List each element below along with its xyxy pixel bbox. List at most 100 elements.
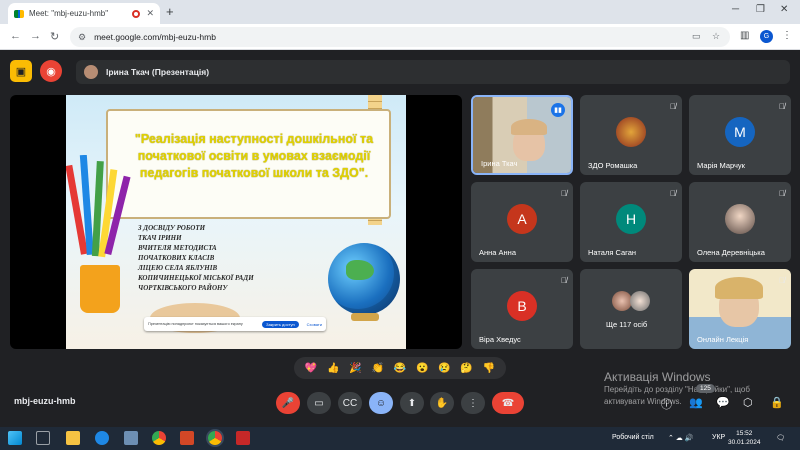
host-controls-icon[interactable]: 🔒: [770, 396, 784, 409]
chrome-icon[interactable]: [152, 431, 166, 445]
presentation-stage[interactable]: "Реалізація наступності дошкільної та по…: [10, 95, 462, 349]
participant-avatar: [616, 117, 646, 147]
presenter-chip[interactable]: Ірина Ткач (Презентація): [76, 60, 790, 84]
slide-body: З ДОСВІДУ РОБОТИ ТКАЧ ІРИНИ ВЧИТЕЛЯ МЕТО…: [138, 223, 268, 293]
more-participants-label: Ще 117 осіб: [606, 320, 648, 329]
profile-avatar[interactable]: G: [760, 30, 773, 43]
app-icon[interactable]: [236, 431, 250, 445]
participant-tile[interactable]: М 🎙̸ Марія Марчук: [689, 95, 791, 175]
participant-avatar: Н: [616, 204, 646, 234]
task-view-icon[interactable]: [36, 431, 50, 445]
reaction-thinking-icon[interactable]: 🤔: [460, 363, 472, 374]
menu-kebab-icon[interactable]: ⋮: [782, 30, 792, 41]
participant-tile[interactable]: 🎙̸ Онлайн Лекція: [689, 269, 791, 349]
edge-icon[interactable]: [95, 431, 109, 445]
slide-title: "Реалізація наступності дошкільної та по…: [134, 132, 374, 180]
participant-tile[interactable]: 🎙̸ ЗДО Ромашка: [580, 95, 682, 175]
camera-in-use-icon[interactable]: ▭: [692, 31, 701, 42]
hide-banner-button[interactable]: Сховати: [307, 322, 322, 327]
minimize-icon[interactable]: ─: [732, 4, 739, 15]
mic-off-icon: 🎙̸: [779, 189, 785, 198]
reaction-laugh-icon[interactable]: 😂: [394, 363, 406, 374]
close-window-icon[interactable]: ✕: [780, 4, 788, 15]
windows-start-icon[interactable]: [8, 431, 22, 445]
participant-name: ЗДО Ромашка: [588, 161, 638, 170]
participant-avatar: В: [507, 291, 537, 321]
chrome-active-icon[interactable]: [208, 431, 222, 445]
meet-favicon-icon: [14, 9, 24, 18]
language-indicator[interactable]: УКР: [712, 434, 725, 441]
chat-icon[interactable]: 💬: [716, 396, 730, 409]
screen-share-banner: Презентацію понадпроєкт показується вашо…: [144, 317, 326, 331]
reaction-heart-icon[interactable]: 💖: [305, 363, 317, 374]
side-panel-icon[interactable]: ▥: [740, 30, 749, 41]
reaction-sad-icon[interactable]: 😢: [438, 363, 450, 374]
reaction-clap-icon[interactable]: 👏: [372, 363, 384, 374]
pencil-cup-graphic: [80, 265, 120, 313]
raise-hand-button[interactable]: ✋: [430, 392, 454, 414]
meeting-info-icon[interactable]: ⓘ: [661, 396, 672, 412]
new-tab-button[interactable]: +: [166, 4, 174, 19]
captions-button[interactable]: CC: [338, 392, 362, 414]
notifications-icon[interactable]: 🗨: [776, 434, 785, 442]
participant-name: Ірина Ткач: [481, 159, 518, 168]
url-text: meet.google.com/mbj-euzu-hmb: [94, 32, 216, 42]
reload-icon[interactable]: ↻: [50, 30, 59, 43]
participant-name: Анна Анна: [479, 248, 516, 257]
site-info-icon[interactable]: ⚙: [78, 32, 86, 43]
participant-hair: [715, 277, 763, 299]
participant-hair: [511, 119, 547, 135]
forward-icon[interactable]: →: [30, 30, 41, 42]
slide-body-line: ЛІЦЕЮ СЕЛА ЯБЛУНІВ: [138, 264, 218, 272]
camera-toggle-button[interactable]: ▭: [307, 392, 331, 414]
reaction-thumbs-down-icon[interactable]: 👎: [483, 363, 495, 374]
participant-name: Наталя Саган: [588, 248, 637, 257]
reaction-thumbs-up-icon[interactable]: 👍: [327, 363, 339, 374]
more-options-button[interactable]: ⋮: [461, 392, 485, 414]
mic-off-icon: 🎙̸: [670, 189, 676, 198]
file-explorer-icon[interactable]: [66, 431, 80, 445]
stop-presenting-icon[interactable]: ▣: [10, 60, 32, 82]
maximize-icon[interactable]: ❐: [756, 4, 765, 15]
slide-body-line: З ДОСВІДУ РОБОТИ: [138, 224, 206, 232]
clock-date: 30.01.2024: [728, 439, 761, 446]
desktop-label[interactable]: Робочий стіл: [612, 434, 654, 441]
bookmark-star-icon[interactable]: ☆: [712, 31, 720, 42]
mic-off-icon: 🎙̸: [670, 102, 676, 111]
address-bar[interactable]: ⚙ meet.google.com/mbj-euzu-hmb ▭ ☆: [70, 27, 730, 47]
leave-call-button[interactable]: ☎: [492, 392, 524, 414]
participant-tile[interactable]: Н 🎙̸ Наталя Саган: [580, 182, 682, 262]
participant-tile[interactable]: 🎙̸ Олена Деревніцька: [689, 182, 791, 262]
browser-tabstrip: Meet: "mbj-euzu-hmb" ✕ + ─ ❐ ✕: [0, 0, 800, 24]
mic-off-icon: 🎙̸: [779, 102, 785, 111]
participant-tile[interactable]: А 🎙̸ Анна Анна: [471, 182, 573, 262]
back-icon[interactable]: ←: [10, 30, 21, 42]
speaking-indicator-icon: ▮▮: [551, 103, 565, 117]
participant-tile[interactable]: ▮▮ Ірина Ткач: [471, 95, 573, 175]
powerpoint-icon[interactable]: [180, 431, 194, 445]
tab-meet[interactable]: Meet: "mbj-euzu-hmb" ✕: [8, 3, 160, 24]
stop-sharing-button[interactable]: Закрить доступ: [262, 320, 299, 328]
tray-icons[interactable]: ⌃ ☁ 🔊: [668, 434, 693, 442]
slide-body-line: ЧОРТКІВСЬКОГО РАЙОНУ: [138, 284, 228, 292]
record-icon[interactable]: ◉: [40, 60, 62, 82]
presenter-avatar: [84, 65, 98, 79]
present-screen-button[interactable]: ⬆: [400, 392, 424, 414]
reaction-party-icon[interactable]: 🎉: [349, 363, 361, 374]
people-icon[interactable]: 👥: [689, 396, 703, 409]
globe-land-graphic: [346, 260, 374, 280]
browser-toolbar: ← → ↻ ⚙ meet.google.com/mbj-euzu-hmb ▭ ☆…: [0, 24, 800, 50]
clock-time: 15:52: [736, 430, 753, 437]
watermark-line: Перейдіть до розділу "Настройки", щоб: [604, 385, 750, 394]
presenter-label: Ірина Ткач (Презентація): [106, 67, 210, 77]
reaction-surprised-icon[interactable]: 😮: [416, 363, 428, 374]
app-icon[interactable]: [124, 431, 138, 445]
mic-toggle-button[interactable]: 🎤: [276, 392, 300, 414]
system-clock[interactable]: 15:52 30.01.2024: [728, 429, 761, 447]
emoji-reactions-button[interactable]: ☺: [369, 392, 393, 414]
tab-close-icon[interactable]: ✕: [146, 8, 154, 19]
participant-tile[interactable]: В 🎙̸ Віра Хведус: [471, 269, 573, 349]
more-participants-tile[interactable]: Ще 117 осіб: [580, 269, 682, 349]
participant-name: Віра Хведус: [479, 335, 521, 344]
activities-icon[interactable]: ⬡: [743, 396, 753, 409]
